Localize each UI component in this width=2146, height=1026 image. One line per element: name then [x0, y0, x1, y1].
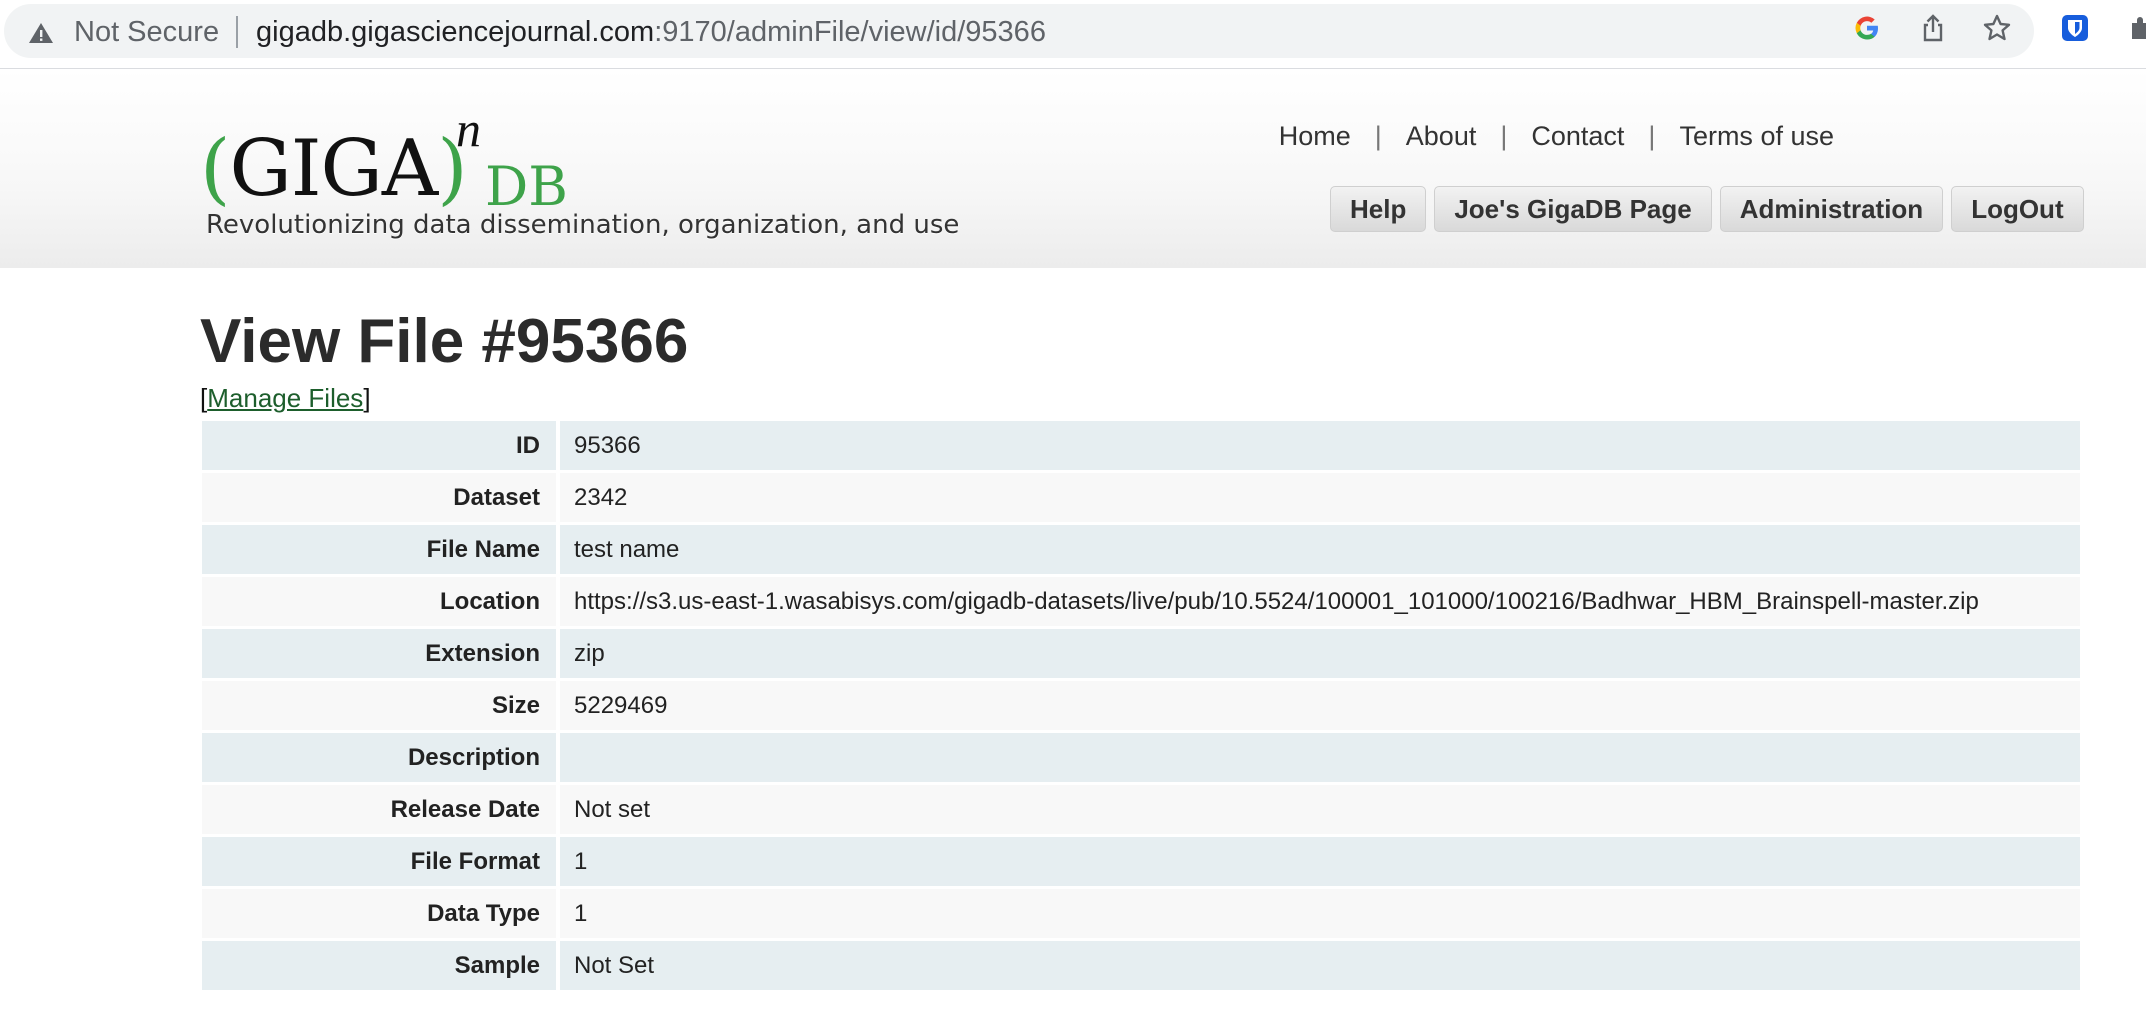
administration-button[interactable]: Administration — [1719, 186, 1944, 232]
nav-home-link[interactable]: Home — [1279, 121, 1351, 152]
page-title: View File #95366 — [200, 307, 689, 376]
detail-value: Not Set — [556, 941, 2080, 990]
google-icon[interactable] — [1852, 13, 1882, 43]
detail-row-dataset: Dataset 2342 — [202, 473, 2080, 522]
detail-row-description: Description — [202, 733, 2080, 782]
detail-label: Data Type — [202, 889, 556, 938]
detail-label: Location — [202, 577, 556, 626]
my-gigadb-page-button[interactable]: Joe's GigaDB Page — [1434, 186, 1712, 232]
header-button-row: Help Joe's GigaDB Page Administration Lo… — [1330, 186, 2084, 232]
top-nav: Home | About | Contact | Terms of use — [1279, 121, 1834, 152]
nav-separator: | — [1648, 121, 1656, 151]
logo-giga: (GIGA) — [200, 124, 468, 214]
url-path: :9170/adminFile/view/id/95366 — [654, 16, 1046, 48]
detail-label: ID — [202, 421, 556, 470]
detail-row-data-type: Data Type 1 — [202, 889, 2080, 938]
detail-value: test name — [556, 525, 2080, 574]
detail-row-extension: Extension zip — [202, 629, 2080, 678]
detail-value: https://s3.us-east-1.wasabisys.com/gigad… — [556, 577, 2080, 626]
detail-label: File Format — [202, 837, 556, 886]
detail-row-id: ID 95366 — [202, 421, 2080, 470]
address-bar[interactable]: Not Secure gigadb.gigasciencejournal.com… — [4, 4, 2034, 58]
detail-value: 2342 — [556, 473, 2080, 522]
detail-row-release-date: Release Date Not set — [202, 785, 2080, 834]
nav-about-link[interactable]: About — [1406, 121, 1477, 152]
detail-label: Description — [202, 733, 556, 782]
detail-label: Extension — [202, 629, 556, 678]
help-button[interactable]: Help — [1330, 186, 1427, 232]
detail-value: 1 — [556, 889, 2080, 938]
site-header: (GIGA) n DB Revolutionizing data dissemi… — [0, 69, 2146, 268]
detail-label: File Name — [202, 525, 556, 574]
detail-label: Size — [202, 681, 556, 730]
logout-button[interactable]: LogOut — [1951, 186, 2084, 232]
file-detail-table: ID 95366 Dataset 2342 File Name test nam… — [202, 418, 2080, 993]
detail-value — [556, 733, 2080, 782]
password-manager-icon[interactable] — [2060, 13, 2090, 43]
logo-superscript: n — [456, 101, 481, 157]
omnibox-divider — [236, 16, 238, 48]
security-label[interactable]: Not Secure — [74, 17, 219, 47]
detail-row-sample: Sample Not Set — [202, 941, 2080, 990]
extensions-puzzle-icon[interactable] — [2126, 13, 2146, 43]
detail-row-location: Location https://s3.us-east-1.wasabisys.… — [202, 577, 2080, 626]
url-host: gigadb.gigasciencejournal.com — [256, 16, 655, 48]
manage-files-line: [Manage Files] — [200, 383, 371, 413]
detail-value: 5229469 — [556, 681, 2080, 730]
bookmark-star-icon[interactable] — [1982, 13, 2012, 43]
nav-terms-link[interactable]: Terms of use — [1679, 121, 1834, 152]
share-icon[interactable] — [1918, 13, 1948, 43]
tagline: Revolutionizing data dissemination, orga… — [206, 210, 960, 240]
detail-value-not-set: Not set — [556, 785, 2080, 834]
manage-files-link[interactable]: Manage Files — [207, 383, 363, 413]
detail-label: Sample — [202, 941, 556, 990]
warning-icon[interactable] — [28, 21, 54, 45]
nav-separator: | — [1374, 121, 1382, 151]
detail-value: zip — [556, 629, 2080, 678]
detail-row-file-name: File Name test name — [202, 525, 2080, 574]
nav-separator: | — [1500, 121, 1508, 151]
detail-row-size: Size 5229469 — [202, 681, 2080, 730]
detail-value: 95366 — [556, 421, 2080, 470]
gigadb-logo[interactable]: (GIGA) n DB Revolutionizing data dissemi… — [200, 101, 960, 249]
browser-chrome: Not Secure gigadb.gigasciencejournal.com… — [0, 0, 2146, 69]
detail-row-file-format: File Format 1 — [202, 837, 2080, 886]
detail-value: 1 — [556, 837, 2080, 886]
nav-contact-link[interactable]: Contact — [1531, 121, 1624, 152]
detail-label: Dataset — [202, 473, 556, 522]
detail-label: Release Date — [202, 785, 556, 834]
url-text[interactable]: gigadb.gigasciencejournal.com:9170/admin… — [256, 17, 1046, 47]
